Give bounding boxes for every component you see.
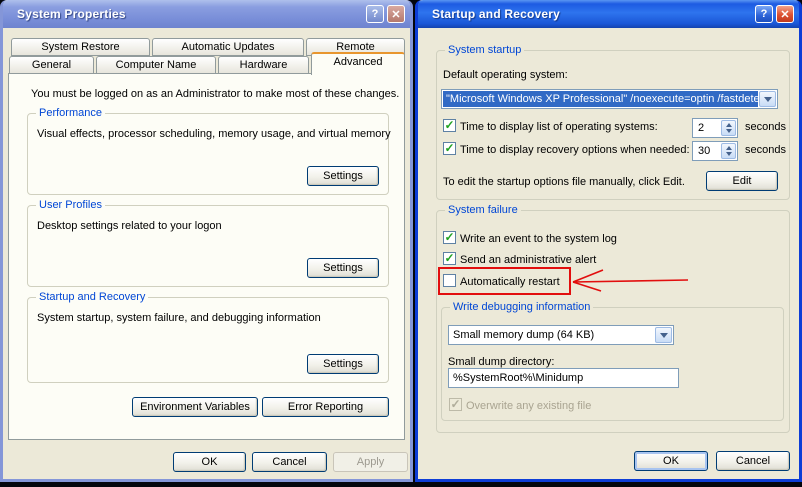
group-caption: System startup <box>445 44 525 57</box>
tab-general[interactable]: General <box>9 56 94 74</box>
cancel-button[interactable]: Cancel <box>716 451 790 471</box>
spinner-arrows-icon[interactable] <box>721 143 736 159</box>
time-recovery-label: Time to display recovery options when ne… <box>460 144 690 156</box>
cancel-button[interactable]: Cancel <box>252 452 327 472</box>
advanced-tab-page: You must be logged on as an Administrato… <box>8 73 405 440</box>
group-caption: System failure <box>445 204 521 217</box>
group-description: Visual effects, processor scheduling, me… <box>37 128 391 140</box>
time-list-checkbox[interactable]: ✓ <box>443 119 456 132</box>
time-list-label: Time to display list of operating system… <box>460 121 658 133</box>
overwrite-label: Overwrite any existing file <box>466 400 592 412</box>
edit-note: To edit the startup options file manuall… <box>443 176 685 188</box>
title-bar[interactable]: Startup and Recovery ? ✕ <box>418 0 799 28</box>
time-recovery-value: 30 <box>698 145 711 157</box>
title-bar[interactable]: System Properties ? ✕ <box>3 0 410 28</box>
performance-settings-button[interactable]: Settings <box>307 166 379 186</box>
help-icon[interactable]: ? <box>366 5 384 23</box>
tab-computer-name[interactable]: Computer Name <box>96 56 216 74</box>
time-recovery-checkbox[interactable]: ✓ <box>443 142 456 155</box>
window-title: Startup and Recovery <box>432 7 561 21</box>
ok-button[interactable]: OK <box>634 451 708 471</box>
apply-button: Apply <box>333 452 408 472</box>
overwrite-checkbox: ✓ <box>449 397 462 411</box>
tab-system-restore[interactable]: System Restore <box>11 38 150 56</box>
group-caption: Performance <box>36 107 105 120</box>
seconds-label: seconds <box>745 144 786 156</box>
group-caption: User Profiles <box>36 199 105 212</box>
annotation-highlight-box <box>438 267 571 295</box>
startup-recovery-group: Startup and Recovery System startup, sys… <box>27 291 389 383</box>
spinner-arrows-icon[interactable] <box>721 120 736 136</box>
write-event-label: Write an event to the system log <box>460 233 617 245</box>
environment-variables-button[interactable]: Environment Variables <box>132 397 258 417</box>
tab-hardware[interactable]: Hardware <box>218 56 309 74</box>
default-os-value: "Microsoft Windows XP Professional" /noe… <box>443 91 758 107</box>
write-event-checkbox[interactable]: ✓ <box>443 231 456 244</box>
dump-directory-label: Small dump directory: <box>448 356 555 368</box>
chevron-down-icon[interactable] <box>655 327 672 343</box>
window-title: System Properties <box>17 7 126 21</box>
close-icon[interactable]: ✕ <box>776 5 794 23</box>
dump-directory-input[interactable] <box>448 368 679 388</box>
time-recovery-stepper[interactable]: 30 <box>692 141 738 161</box>
group-caption: Startup and Recovery <box>36 291 149 304</box>
startup-recovery-settings-button[interactable]: Settings <box>307 354 379 374</box>
group-description: System startup, system failure, and debu… <box>37 312 321 324</box>
performance-group: Performance Visual effects, processor sc… <box>27 107 391 195</box>
user-profiles-group: User Profiles Desktop settings related t… <box>27 199 389 287</box>
help-icon[interactable]: ? <box>755 5 773 23</box>
annotation-arrow <box>572 269 689 292</box>
close-icon[interactable]: ✕ <box>387 5 405 23</box>
admin-note: You must be logged on as an Administrato… <box>31 88 400 100</box>
startup-recovery-dialog: Startup and Recovery ? ✕ System startup … <box>415 0 802 482</box>
system-properties-dialog: System Properties ? ✕ System Restore Aut… <box>0 0 413 482</box>
edit-button[interactable]: Edit <box>706 171 778 191</box>
default-os-combobox[interactable]: "Microsoft Windows XP Professional" /noe… <box>441 89 778 109</box>
group-description: Desktop settings related to your logon <box>37 220 222 232</box>
admin-alert-checkbox[interactable]: ✓ <box>443 252 456 265</box>
time-list-stepper[interactable]: 2 <box>692 118 738 138</box>
dump-type-value: Small memory dump (64 KB) <box>453 329 595 341</box>
chevron-down-icon[interactable] <box>759 91 776 107</box>
error-reporting-button[interactable]: Error Reporting <box>262 397 389 417</box>
time-list-value: 2 <box>698 122 705 134</box>
seconds-label: seconds <box>745 121 786 133</box>
dump-type-combobox[interactable]: Small memory dump (64 KB) <box>448 325 674 345</box>
tab-advanced[interactable]: Advanced <box>311 52 405 75</box>
user-profiles-settings-button[interactable]: Settings <box>307 258 379 278</box>
group-caption: Write debugging information <box>450 301 594 314</box>
tab-automatic-updates[interactable]: Automatic Updates <box>152 38 304 56</box>
default-os-label: Default operating system: <box>443 69 568 81</box>
ok-button[interactable]: OK <box>173 452 246 472</box>
